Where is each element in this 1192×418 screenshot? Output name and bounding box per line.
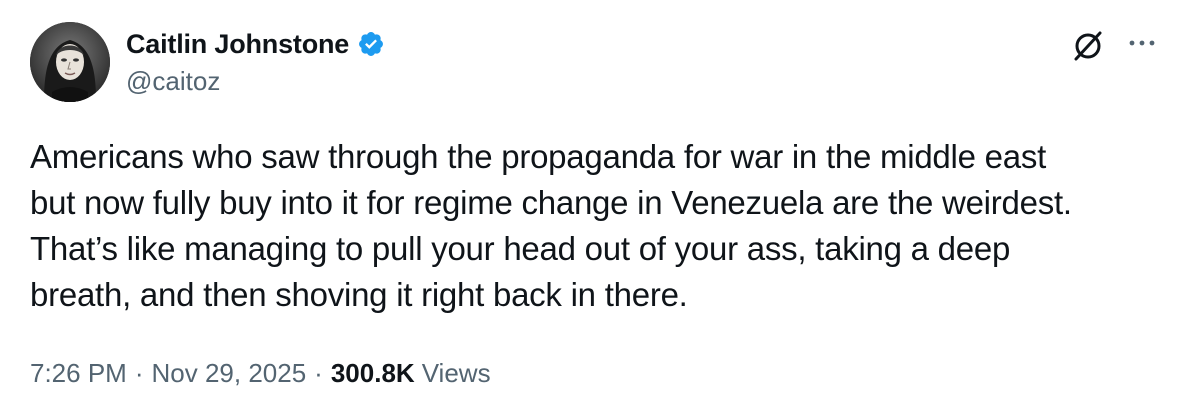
tweet-time[interactable]: 7:26 PM <box>30 358 127 389</box>
author-display-name[interactable]: Caitlin Johnstone <box>126 29 349 60</box>
views-count[interactable]: 300.8K <box>331 358 415 389</box>
meta-separator: · <box>134 358 144 388</box>
tweet-text: Americans who saw through the propaganda… <box>30 138 1072 313</box>
verified-badge-icon[interactable] <box>357 30 385 58</box>
author-avatar[interactable] <box>30 22 110 102</box>
more-icon[interactable] <box>1124 30 1160 56</box>
tweet-meta: 7:26 PM · Nov 29, 2025 · 300.8K Views <box>30 358 491 389</box>
views-label[interactable]: Views <box>422 358 491 389</box>
tweet-date[interactable]: Nov 29, 2025 <box>152 358 307 389</box>
author-handle[interactable]: @caitoz <box>126 66 385 97</box>
name-row: Caitlin Johnstone <box>126 24 385 64</box>
tweet-card: Caitlin Johnstone @caitoz Americans who … <box>0 0 1192 418</box>
author-header: Caitlin Johnstone @caitoz <box>126 24 385 97</box>
meta-separator: · <box>314 358 323 388</box>
grok-icon[interactable] <box>1068 26 1108 66</box>
avatar-portrait-icon <box>30 22 110 102</box>
